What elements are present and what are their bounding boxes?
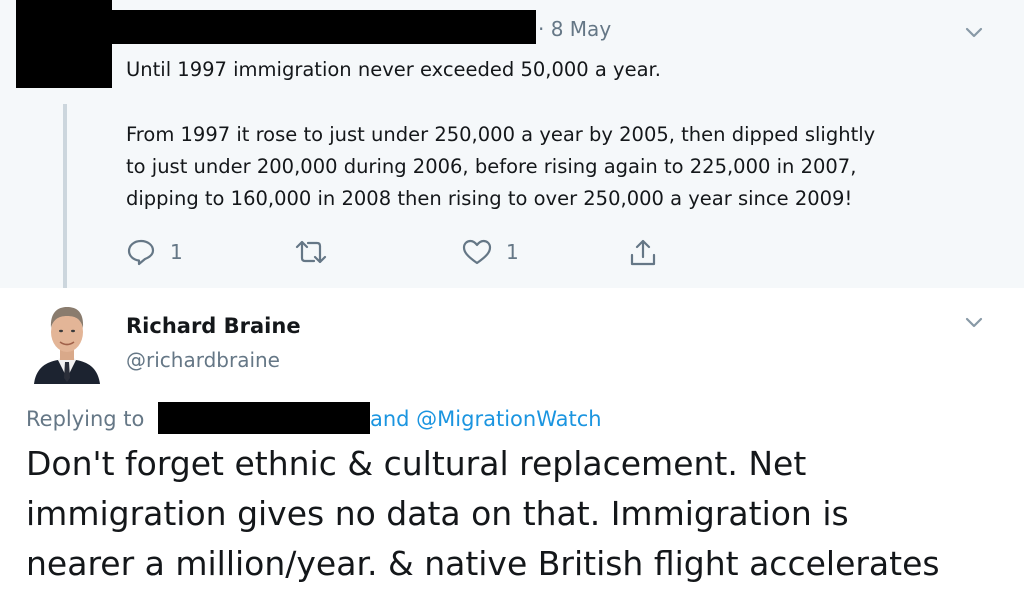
reply-button[interactable]: 1	[126, 238, 183, 266]
author-name[interactable]: Richard Braine	[126, 314, 301, 338]
retweet-button[interactable]	[294, 238, 328, 266]
share-button[interactable]	[628, 238, 658, 268]
reply-text-line: Don't forget ethnic & cultural replaceme…	[26, 444, 807, 483]
redacted-author-name	[112, 10, 536, 44]
reply-text-line: nearer a million/year. & native British …	[26, 544, 940, 583]
tweet-text-paragraph-2: From 1997 it rose to just under 250,000 …	[126, 119, 875, 215]
reply-text-line: immigration gives no data on that. Immig…	[26, 494, 849, 533]
replying-to-mentions[interactable]: and @MigrationWatch	[370, 407, 602, 431]
tweet-text-paragraph-1: Until 1997 immigration never exceeded 50…	[126, 58, 661, 81]
parent-tweet[interactable]: · 8 May Until 1997 immigration never exc…	[0, 0, 1024, 294]
retweet-icon	[294, 238, 328, 266]
author-handle[interactable]: @richardbraine	[126, 348, 280, 372]
tweet-date[interactable]: · 8 May	[538, 17, 611, 41]
share-icon	[628, 238, 658, 268]
redacted-avatar	[16, 0, 112, 88]
chevron-down-icon[interactable]	[962, 312, 986, 332]
like-icon	[462, 238, 492, 266]
replying-to-label: Replying to	[26, 407, 145, 431]
like-count: 1	[506, 240, 519, 264]
thread-connector-line	[63, 104, 67, 294]
chevron-down-icon[interactable]	[962, 22, 986, 42]
tweet-text-line: From 1997 it rose to just under 250,000 …	[126, 123, 876, 146]
reply-icon	[126, 238, 156, 266]
redacted-reply-handle	[158, 402, 370, 434]
reply-count: 1	[170, 240, 183, 264]
tweet-text-line: to just under 200,000 during 2006, befor…	[126, 155, 857, 178]
tweet-text-line: dipping to 160,000 in 2008 then rising t…	[126, 187, 853, 210]
like-button[interactable]: 1	[462, 238, 519, 266]
date-label: 8 May	[550, 17, 612, 41]
avatar[interactable]	[32, 298, 102, 384]
date-separator: ·	[538, 17, 545, 41]
reply-tweet[interactable]: Richard Braine @richardbraine Replying t…	[0, 288, 1024, 583]
